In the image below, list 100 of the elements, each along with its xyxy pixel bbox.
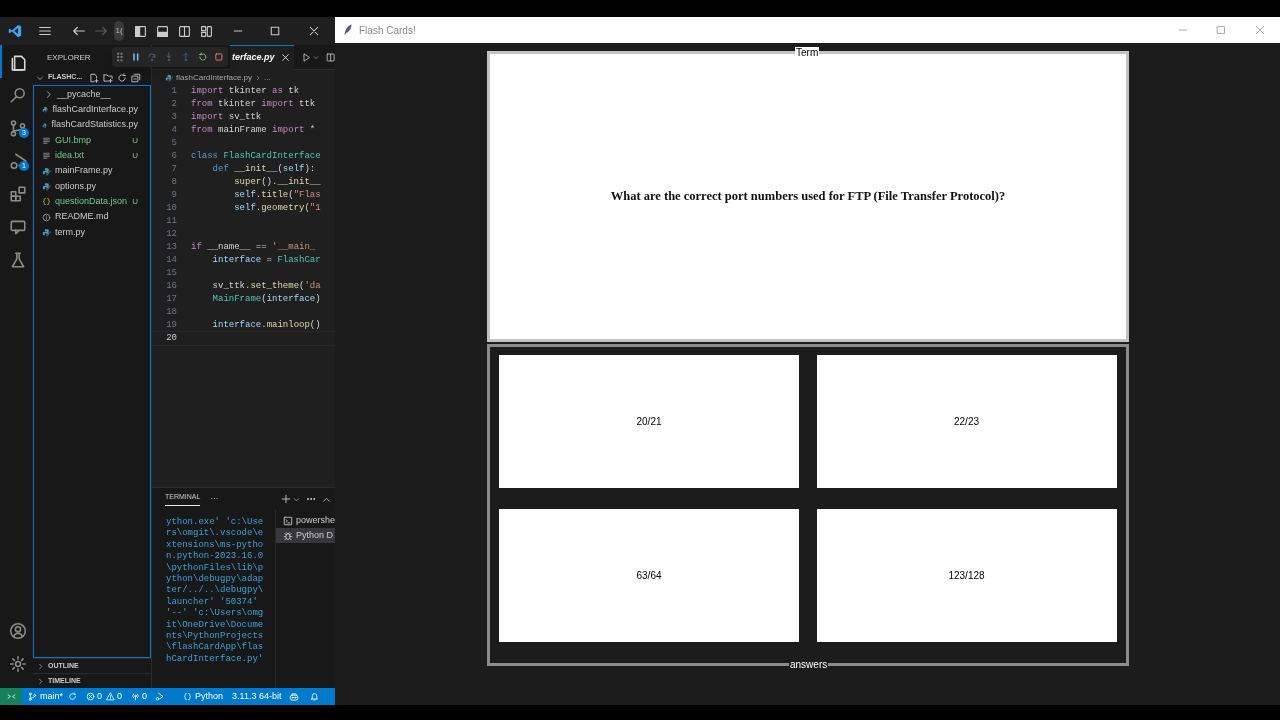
answer-button[interactable]: 63/64 xyxy=(499,509,799,642)
file-name[interactable]: README.md xyxy=(55,210,138,224)
code-line: class FlashCardInterface xyxy=(190,149,321,163)
step-out-icon xyxy=(180,52,191,62)
line-number: 1 xyxy=(170,85,178,98)
python-file-icon xyxy=(42,181,51,191)
debug-launch-icon[interactable] xyxy=(155,692,165,701)
file-name[interactable]: idea.txt xyxy=(55,149,129,163)
account-icon[interactable] xyxy=(8,621,27,640)
line-number: 19 xyxy=(165,318,178,332)
branch-button[interactable]: main* xyxy=(28,689,63,704)
breadcrumb-item[interactable]: flashCardInterface.py xyxy=(176,71,253,84)
layout-icon[interactable] xyxy=(200,24,213,38)
file-name[interactable]: options.py xyxy=(55,179,138,194)
language-button[interactable]: Python xyxy=(183,689,224,704)
interpreter-version[interactable]: 3.11.3 64-bit xyxy=(232,689,282,704)
run-icon[interactable] xyxy=(301,51,311,63)
caret-icon[interactable] xyxy=(293,495,300,503)
line-number: 8 xyxy=(170,175,178,189)
file-name[interactable]: flashCardStatistics.py xyxy=(51,118,138,132)
terminal-icon xyxy=(283,515,293,526)
git-status-label: U xyxy=(132,195,138,208)
split-editor-icon[interactable] xyxy=(325,51,335,63)
settings-icon[interactable] xyxy=(8,654,27,673)
line-number: 11 xyxy=(165,214,178,228)
extensions-icon[interactable] xyxy=(8,184,27,203)
chevron-down-icon[interactable] xyxy=(36,73,44,82)
new-file-icon[interactable] xyxy=(89,72,100,83)
git-status-label: U xyxy=(132,134,138,147)
toggle-secondary-sidebar-icon[interactable] xyxy=(178,24,191,38)
terminal-line: ter/../..\debugpy\ xyxy=(166,585,265,597)
problems-button[interactable]: 0 0 xyxy=(86,689,123,704)
code-line: if __name__ == '__main_ xyxy=(190,240,316,254)
collapse-all-icon[interactable] xyxy=(131,72,142,83)
close-icon[interactable] xyxy=(308,25,320,37)
file-name[interactable]: mainFrame.py xyxy=(55,164,138,178)
file-name[interactable]: term.py xyxy=(55,225,138,240)
breadcrumb-item[interactable]: ... xyxy=(264,71,271,84)
code-line: interface.mainloop() xyxy=(211,318,321,332)
new-folder-icon[interactable] xyxy=(103,72,114,83)
restart-icon[interactable] xyxy=(197,52,208,62)
code-line: self.title("Flas xyxy=(233,188,321,202)
error-icon xyxy=(86,692,95,701)
warning-icon xyxy=(106,692,116,701)
line-number: 18 xyxy=(165,305,178,319)
refresh-icon[interactable] xyxy=(117,72,128,83)
line-number: 17 xyxy=(165,292,178,306)
braces-icon xyxy=(42,197,51,207)
terminal-line: hCardInterface.py' xyxy=(166,653,265,666)
file-name[interactable]: __pycache__ xyxy=(57,87,138,102)
answer-button[interactable]: 123/128 xyxy=(816,509,1117,642)
terminal-line: \flashCardApp\flas xyxy=(166,642,265,654)
ports-button[interactable]: 0 xyxy=(131,689,148,704)
line-number: 3 xyxy=(170,110,178,124)
pause-icon[interactable] xyxy=(130,52,141,62)
more-actions[interactable]: ··· xyxy=(210,493,219,505)
bell-icon[interactable] xyxy=(310,692,320,701)
back-arrow-icon[interactable] xyxy=(72,24,86,38)
file-name[interactable]: flashCardInterface.py xyxy=(52,103,138,117)
toggle-sidebar-icon[interactable] xyxy=(134,24,147,38)
remote-icon xyxy=(6,692,16,701)
code-line: import sv_ttk xyxy=(190,110,262,124)
terminal-line: n.python-2023.16.0 xyxy=(166,551,265,563)
editor-tab[interactable]: terface.py xyxy=(230,44,294,70)
line-number: 7 xyxy=(170,162,178,176)
terminal-line: rs\omgit\.vscode\e xyxy=(166,528,265,540)
robot-icon[interactable] xyxy=(289,691,300,702)
file-name[interactable]: GUI.bmp xyxy=(55,133,129,148)
frame-label: answers xyxy=(789,659,829,671)
text-file-icon xyxy=(42,136,51,146)
search-icon[interactable] xyxy=(8,85,27,104)
question-text: What are the correct port numbers used for FTP (File Transfer Protocol)? xyxy=(610,188,1006,206)
terminal-line: '--' 'c:\Users\omg xyxy=(166,608,265,620)
git-status-label: U xyxy=(132,149,138,162)
sidebar-title: EXPLORER xyxy=(47,51,91,64)
command-center[interactable]: 1( xyxy=(114,21,124,41)
step-over-icon xyxy=(147,52,158,62)
line-number: 13 xyxy=(165,240,178,254)
code-line: self.geometry("1 xyxy=(233,201,321,215)
python-file-icon xyxy=(42,105,49,115)
terminal-line: xtensions\ms-pytho xyxy=(166,539,265,551)
logo-icon xyxy=(8,24,22,38)
code-line: MainFrame(interface) xyxy=(211,292,321,306)
maximize-icon[interactable] xyxy=(269,25,281,37)
menu-icon[interactable] xyxy=(38,24,52,38)
answer-button[interactable]: 20/21 xyxy=(499,355,799,488)
toggle-panel-icon[interactable] xyxy=(156,24,169,38)
terminal-line: it\OneDrive\Docume xyxy=(166,619,265,631)
file-name[interactable]: questionData.json xyxy=(55,194,129,209)
line-number: 2 xyxy=(170,97,178,111)
answer-button[interactable]: 22/23 xyxy=(816,355,1117,488)
grip-icon[interactable] xyxy=(116,52,124,62)
stop-icon[interactable] xyxy=(214,52,224,62)
terminal-line: ython.exe' 'c:\Use xyxy=(166,517,265,528)
sync-icon[interactable] xyxy=(68,692,77,701)
run-debug-icon[interactable] xyxy=(8,151,27,170)
line-number: 4 xyxy=(170,123,178,137)
plus-icon[interactable] xyxy=(281,494,291,504)
terminal-list-item[interactable]: powershe xyxy=(276,513,335,528)
terminal-list-item[interactable]: Python D xyxy=(276,528,335,543)
